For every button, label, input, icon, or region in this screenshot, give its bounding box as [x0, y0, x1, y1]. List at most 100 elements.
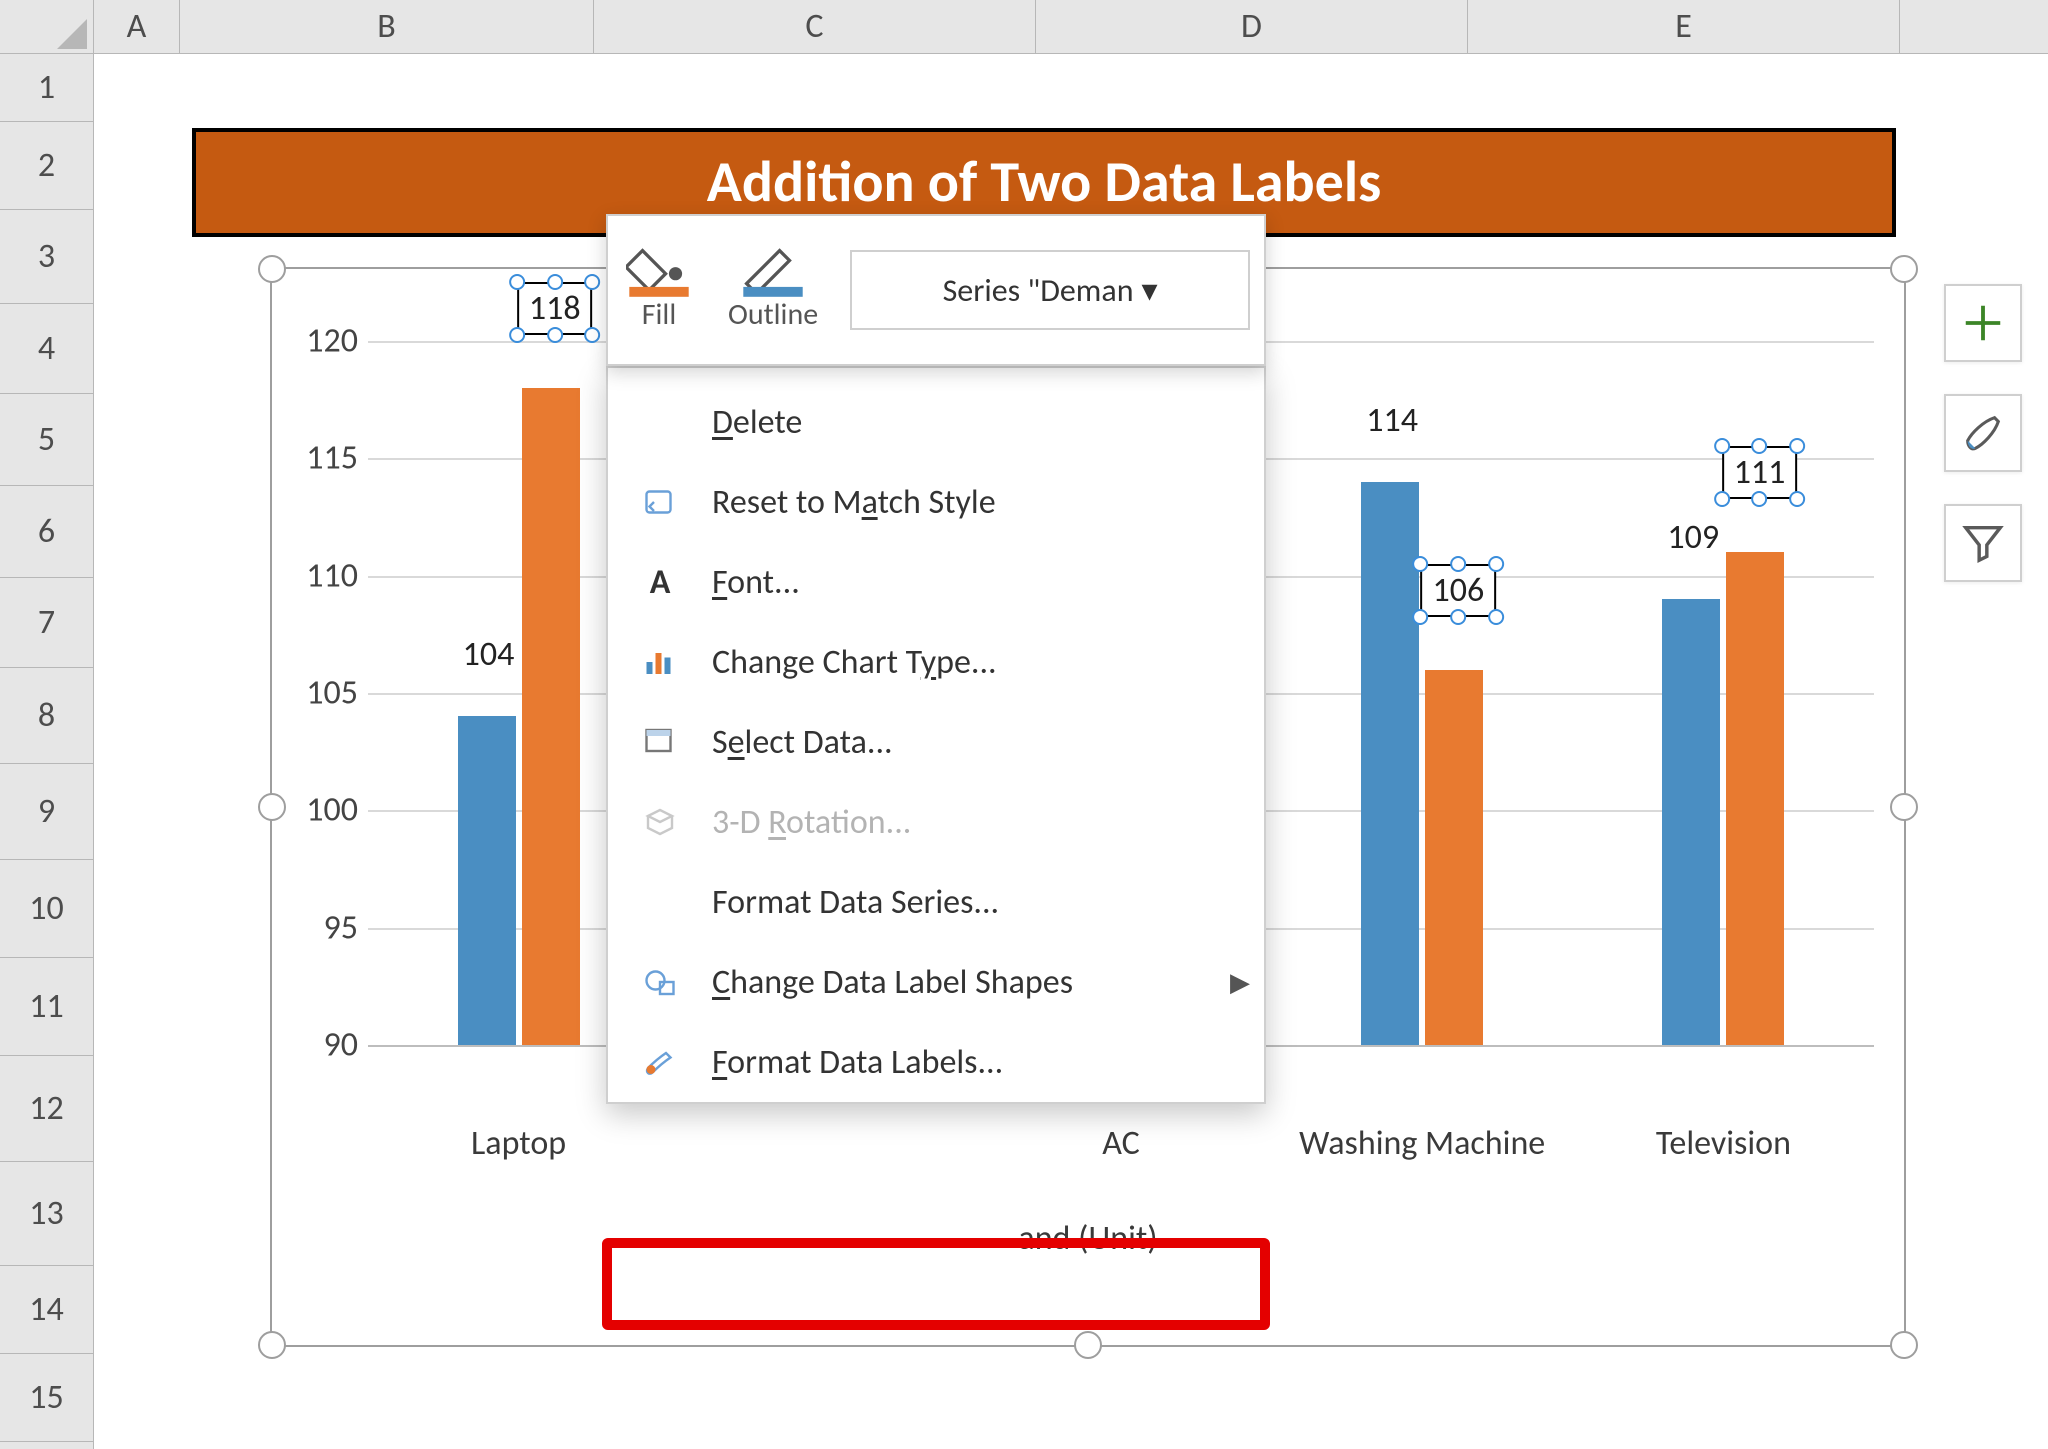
outline-button[interactable]: Outline: [710, 216, 836, 364]
fill-icon: [626, 246, 692, 296]
column-header-B[interactable]: B: [180, 0, 594, 53]
y-tick: 115: [282, 438, 358, 479]
data-label: 104: [463, 634, 515, 675]
y-tick: 105: [282, 673, 358, 714]
submenu-arrow-icon: ▶: [1230, 966, 1250, 998]
category-label: AC: [970, 1124, 1271, 1165]
y-tick: 120: [282, 321, 358, 362]
worksheet-area: A B C D E 1 2 3 4 5 6 7 8 9 10 11 12 13 …: [0, 0, 2048, 1449]
menu-delete[interactable]: Delete: [608, 382, 1264, 462]
chevron-down-icon: ▾: [1142, 271, 1158, 310]
y-tick: 100: [282, 790, 358, 831]
menu-select-data[interactable]: Select Data...: [608, 702, 1264, 782]
row-headers: 1 2 3 4 5 6 7 8 9 10 11 12 13 14 15: [0, 54, 94, 1449]
row-header-10[interactable]: 10: [0, 860, 93, 958]
data-label: 109: [1667, 517, 1719, 558]
category-label: Laptop: [368, 1124, 669, 1165]
row-header-1[interactable]: 1: [0, 54, 93, 122]
row-header-11[interactable]: 11: [0, 958, 93, 1056]
menu-change-chart-type[interactable]: Change Chart Type...: [608, 622, 1264, 702]
data-label-selected[interactable]: 111: [1722, 446, 1798, 499]
row-label: 6: [38, 511, 55, 552]
mini-toolbar: Fill Outline Series "Deman ▾: [606, 214, 1266, 366]
data-label-selected[interactable]: 106: [1420, 564, 1496, 617]
chart-styles-button[interactable]: [1944, 394, 2022, 472]
row-header-3[interactable]: 3: [0, 210, 93, 304]
bar-series2[interactable]: [1726, 552, 1784, 1045]
chart-elements-button[interactable]: [1944, 284, 2022, 362]
chart-filters-button[interactable]: [1944, 504, 2022, 582]
category-label: Washing Machine: [1272, 1124, 1573, 1165]
column-header-D[interactable]: D: [1036, 0, 1468, 53]
row-label: 15: [29, 1377, 63, 1418]
outline-icon: [740, 246, 806, 296]
bar-group: 114 106: [1272, 341, 1573, 1045]
column-headers: A B C D E: [94, 0, 2048, 54]
row-label: 1: [38, 67, 55, 108]
col-label: D: [1241, 6, 1262, 47]
bar-series1[interactable]: [1361, 482, 1419, 1045]
column-header-E[interactable]: E: [1468, 0, 1900, 53]
bar-series2[interactable]: [1425, 670, 1483, 1045]
plus-icon: [1960, 300, 2006, 346]
row-header-12[interactable]: 12: [0, 1056, 93, 1162]
row-header-15[interactable]: 15: [0, 1354, 93, 1442]
row-header-13[interactable]: 13: [0, 1162, 93, 1266]
category-label: [669, 1124, 970, 1165]
outline-label: Outline: [728, 296, 818, 333]
col-label: C: [805, 6, 823, 47]
fill-label: Fill: [642, 296, 676, 333]
menu-change-data-label-shapes[interactable]: Change Data Label Shapes ▶: [608, 942, 1264, 1022]
row-header-8[interactable]: 8: [0, 668, 93, 764]
cube-icon: [634, 804, 686, 840]
row-header-9[interactable]: 9: [0, 764, 93, 860]
row-label: 8: [38, 695, 55, 736]
bar-series1[interactable]: [1662, 599, 1720, 1045]
menu-format-data-series[interactable]: Format Data Series...: [608, 862, 1264, 942]
row-label: 11: [29, 986, 63, 1027]
series-selector[interactable]: Series "Deman ▾: [850, 250, 1250, 330]
row-label: 3: [38, 236, 55, 277]
bar-series1[interactable]: [458, 716, 516, 1045]
y-tick: 90: [282, 1025, 358, 1066]
menu-3d-rotation: 3-D Rotation...: [608, 782, 1264, 862]
data-label-selected[interactable]: 118: [517, 282, 593, 335]
row-label: 4: [38, 328, 55, 369]
bar-series2[interactable]: [522, 388, 580, 1045]
funnel-icon: [1960, 520, 2006, 566]
x-axis-label: and (Unit): [272, 1218, 1904, 1259]
menu-format-data-labels[interactable]: Format Data Labels...: [608, 1022, 1264, 1102]
format-icon: [634, 1044, 686, 1080]
row-header-14[interactable]: 14: [0, 1266, 93, 1354]
font-icon: A: [634, 562, 686, 603]
fill-button[interactable]: Fill: [608, 216, 710, 364]
row-label: 10: [29, 888, 63, 929]
series-display: Series "Deman: [943, 271, 1134, 310]
row-label: 2: [38, 145, 55, 186]
reset-icon: [634, 484, 686, 520]
category-label: Television: [1573, 1124, 1874, 1165]
col-label: E: [1675, 6, 1692, 47]
y-tick: 110: [282, 555, 358, 596]
data-label: 114: [1366, 400, 1418, 441]
brush-icon: [1960, 410, 2006, 456]
select-all-corner[interactable]: [0, 0, 94, 54]
column-header-A[interactable]: A: [94, 0, 180, 53]
column-header-C[interactable]: C: [594, 0, 1036, 53]
row-header-7[interactable]: 7: [0, 578, 93, 668]
context-menu: Delete Reset to Match Style A Font... Ch…: [606, 366, 1266, 1104]
row-header-4[interactable]: 4: [0, 304, 93, 394]
cells-area[interactable]: Addition of Two Data Labels 120 115 110 …: [94, 54, 2048, 1449]
row-label: 5: [38, 419, 55, 460]
select-data-icon: [634, 724, 686, 760]
row-label: 9: [38, 791, 55, 832]
row-label: 7: [38, 602, 55, 643]
menu-font[interactable]: A Font...: [608, 542, 1264, 622]
row-header-2[interactable]: 2: [0, 122, 93, 210]
col-label: A: [127, 6, 147, 47]
bar-group: 109 111: [1573, 341, 1874, 1045]
menu-reset-match-style[interactable]: Reset to Match Style: [608, 462, 1264, 542]
row-header-6[interactable]: 6: [0, 486, 93, 578]
category-axis: Laptop AC Washing Machine Television: [368, 1124, 1874, 1165]
row-header-5[interactable]: 5: [0, 394, 93, 486]
